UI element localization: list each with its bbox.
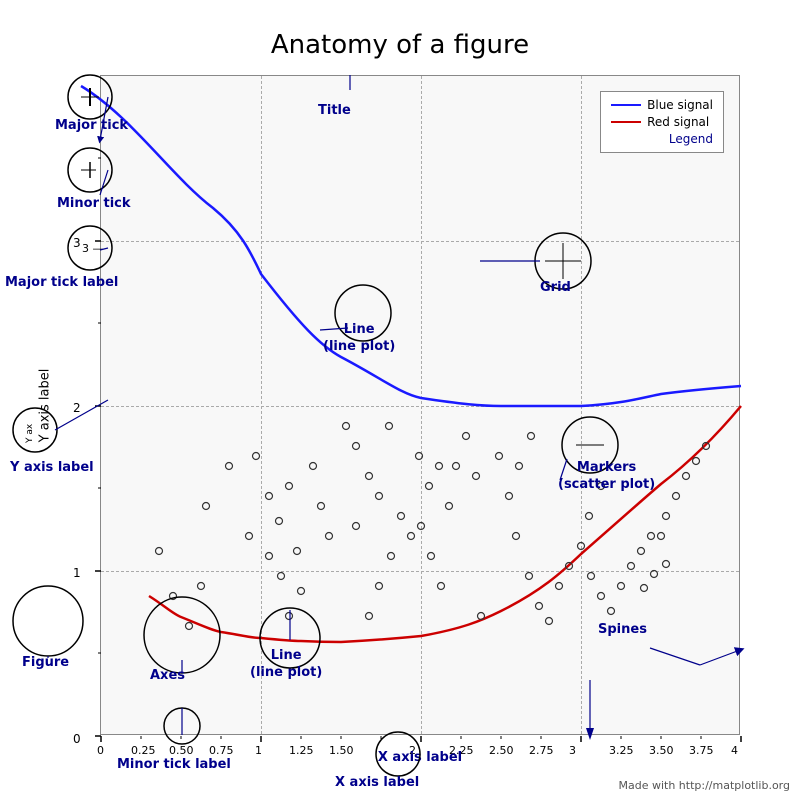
grid-annotation: Grid xyxy=(540,280,571,295)
title-annotation: Title xyxy=(318,103,351,118)
made-with: Made with http://matplotlib.org xyxy=(619,779,791,792)
major-tick-label: Major tick xyxy=(55,118,128,133)
y-tick-1: 1 xyxy=(73,566,81,580)
main-title: Anatomy of a figure xyxy=(0,30,800,60)
markers-annotation: Markers(scatter plot) xyxy=(558,460,655,494)
y-axis-label-annotation: Y axis label xyxy=(10,460,94,475)
legend-line-blue xyxy=(611,104,641,106)
x-axis-label-annotation: X axis label xyxy=(335,775,419,790)
line-annotation-bottom: Line(line plot) xyxy=(250,648,322,682)
legend-box: Blue signal Red signal Legend xyxy=(600,91,724,153)
page-container: Anatomy of a figure Y axis label 0 1 2 3… xyxy=(0,0,800,800)
axes-annotation: Axes xyxy=(150,668,185,683)
legend-label-red: Red signal xyxy=(647,115,709,129)
minor-tick-label-annotation: Minor tick label xyxy=(117,757,231,772)
minor-tick-annotation-label: Minor tick xyxy=(57,196,131,211)
scatter-dots xyxy=(156,423,710,630)
line-annotation-top: Line(line plot) xyxy=(323,322,395,356)
y-tick-2: 2 xyxy=(73,401,81,415)
figure-annotation: Figure xyxy=(22,655,69,670)
legend-title: Legend xyxy=(611,132,713,146)
y-tick-3: 3 xyxy=(73,236,81,250)
red-signal-path xyxy=(149,406,741,642)
plot-svg xyxy=(101,76,741,736)
major-tick-label-annotation: Major tick label xyxy=(5,275,118,290)
y-tick-0: 0 xyxy=(73,732,81,746)
y-axis-label: Y axis label xyxy=(8,75,82,735)
legend-label-blue: Blue signal xyxy=(647,98,713,112)
legend-line-red xyxy=(611,121,641,123)
legend-item-red: Red signal xyxy=(611,115,713,129)
spines-annotation: Spines xyxy=(598,622,647,637)
legend-item-blue: Blue signal xyxy=(611,98,713,112)
